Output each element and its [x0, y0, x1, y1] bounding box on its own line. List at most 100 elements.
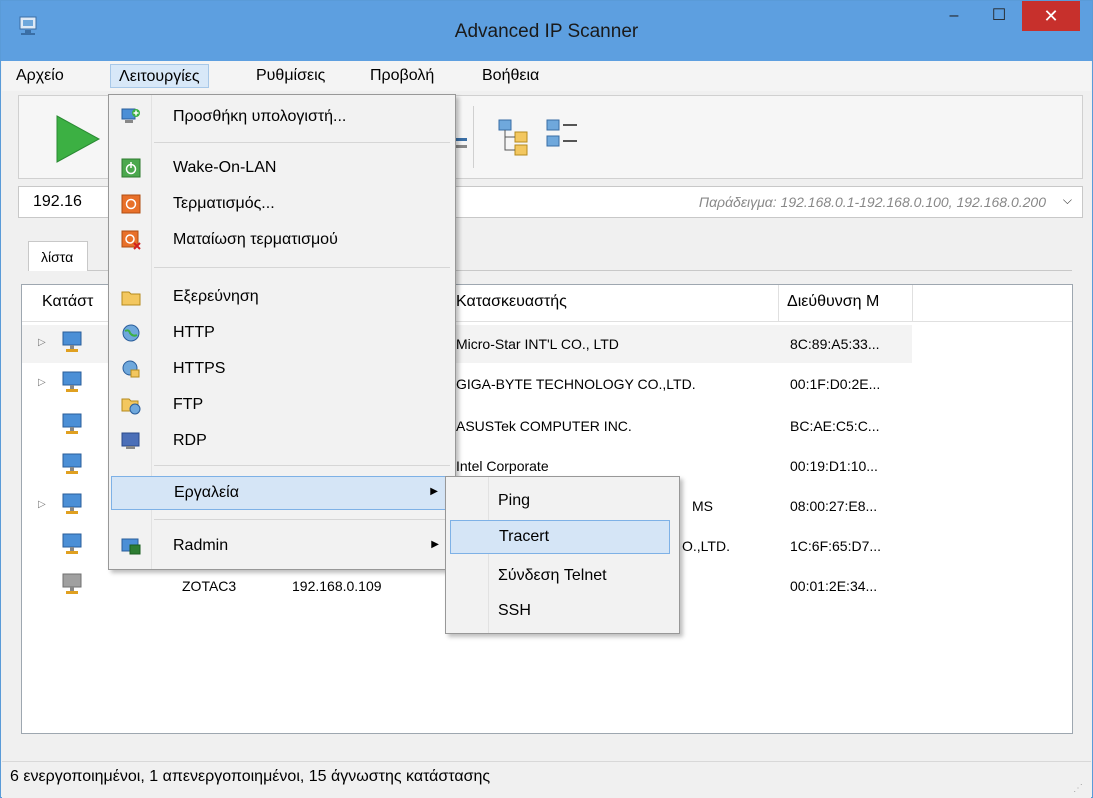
manufacturer-cell: Micro-Star INT'L CO., LTD [456, 336, 619, 352]
menu-separator [154, 465, 450, 466]
resize-grip-icon[interactable]: ⋰ [1073, 783, 1083, 794]
manufacturer-cell: MS [692, 498, 713, 514]
mac-cell: 08:00:27:E8... [790, 498, 878, 514]
toolbar-separator [473, 106, 475, 168]
minimize-button[interactable]: – [931, 1, 977, 31]
submenu-item-telnet[interactable]: Σύνδεση Telnet [450, 560, 670, 594]
menu-item-wake-on-lan[interactable]: Wake-On-LAN [111, 152, 453, 186]
submenu-item-label: Ping [498, 492, 531, 509]
abort-shutdown-icon [121, 230, 141, 250]
computer-icon [62, 533, 82, 557]
computer-icon [62, 453, 82, 477]
menu-item-explore[interactable]: Εξερεύνηση [111, 281, 453, 315]
radmin-icon [121, 538, 141, 555]
submenu-arrow-icon: ▶ [430, 486, 438, 497]
column-separator[interactable] [912, 285, 913, 321]
mac-cell: 00:01:2E:34... [790, 578, 878, 594]
status-bar: 6 ενεργοποιημένοι, 1 απενεργοποιημένοι, … [2, 761, 1091, 798]
manufacturer-cell: GIGA-BYTE TECHNOLOGY CO.,LTD. [456, 376, 696, 392]
shutdown-icon [121, 194, 141, 214]
menu-item-label: Radmin [173, 537, 229, 554]
menu-actions[interactable]: Λειτουργίες [110, 64, 209, 88]
menu-item-shutdown[interactable]: Τερματισμός... [111, 188, 453, 222]
expand-arrow-icon[interactable]: ▷ [38, 337, 46, 348]
add-computer-icon [121, 108, 140, 123]
mac-cell: 00:1F:D0:2E... [790, 376, 881, 392]
ip-range-value: 192.16 [33, 193, 82, 210]
mac-cell: BC:AE:C5:C... [790, 418, 880, 434]
submenu-arrow-icon: ▶ [431, 539, 439, 550]
name-cell: ZOTAC3 [182, 578, 237, 594]
menu-bar: Αρχείο Λειτουργίες Ρυθμίσεις Προβολή Βοή… [2, 61, 1091, 91]
menu-item-rdp[interactable]: RDP [111, 425, 453, 459]
mac-cell: 1C:6F:65:D7... [790, 538, 882, 554]
maximize-button[interactable]: ☐ [976, 1, 1022, 31]
secure-globe-icon [122, 360, 140, 378]
menu-item-tools[interactable]: Εργαλεία ▶ [111, 476, 453, 510]
collapse-tree-icon[interactable] [545, 118, 581, 158]
computer-icon [62, 371, 82, 395]
chevron-down-icon[interactable]: ⌵ [1063, 193, 1072, 208]
menu-item-abort-shutdown[interactable]: Ματαίωση τερματισμού [111, 224, 453, 258]
globe-icon [122, 324, 140, 342]
menu-separator [154, 142, 450, 143]
toolbar-partial-icon [455, 136, 467, 152]
submenu-item-tracert[interactable]: Tracert [450, 520, 670, 554]
menu-file[interactable]: Αρχείο [8, 64, 72, 88]
ip-cell: 192.168.0.109 [292, 578, 382, 594]
menu-item-label: Προσθήκη υπολογιστή... [173, 108, 347, 125]
menu-item-label: Εργαλεία [174, 484, 239, 501]
folder-icon [121, 291, 141, 306]
computer-icon [62, 493, 82, 517]
play-scan-icon[interactable] [53, 114, 101, 164]
menu-item-label: Ματαίωση τερματισμού [173, 231, 338, 248]
menu-item-label: Εξερεύνηση [173, 288, 259, 305]
mac-cell: 00:19:D1:10... [790, 458, 878, 474]
column-mac[interactable]: Διεύθυνση Μ [787, 293, 879, 311]
menu-view[interactable]: Προβολή [362, 64, 442, 88]
app-window: Advanced IP Scanner – ☐ ✕ Αρχείο Λειτουρ… [0, 0, 1093, 798]
menu-settings[interactable]: Ρυθμίσεις [248, 64, 333, 88]
tools-submenu: Ping Tracert Σύνδεση Telnet SSH [445, 476, 680, 634]
rdp-icon [121, 432, 140, 449]
menu-item-http[interactable]: HTTP [111, 317, 453, 351]
window-title: Advanced IP Scanner [454, 21, 639, 42]
status-text: 6 ενεργοποιημένοι, 1 απενεργοποιημένοι, … [10, 768, 491, 785]
expand-tree-icon[interactable] [497, 118, 533, 158]
menu-item-label: Wake-On-LAN [173, 159, 277, 176]
column-manufacturer[interactable]: Κατασκευαστής [456, 293, 567, 311]
manufacturer-cell: O.,LTD. [682, 538, 730, 554]
manufacturer-cell: ASUSTek COMPUTER INC. [456, 418, 632, 434]
submenu-item-label: SSH [498, 602, 531, 619]
power-on-icon [121, 158, 141, 178]
submenu-item-label: Tracert [499, 528, 550, 545]
menu-item-label: HTTP [173, 324, 215, 341]
title-bar[interactable]: Advanced IP Scanner – ☐ ✕ [1, 1, 1092, 61]
computer-icon [62, 331, 82, 355]
manufacturer-cell: Intel Corporate [456, 458, 549, 474]
close-button[interactable]: ✕ [1022, 1, 1080, 31]
submenu-item-ping[interactable]: Ping [450, 485, 670, 519]
expand-arrow-icon[interactable]: ▷ [38, 499, 46, 510]
column-separator[interactable] [778, 285, 779, 321]
mac-cell: 8C:89:A5:33... [790, 336, 880, 352]
tab-results-list[interactable]: λίστα απ [28, 241, 88, 295]
menu-separator [154, 267, 450, 268]
menu-item-add-computer[interactable]: Προσθήκη υπολογιστή... [111, 101, 453, 135]
menu-separator [154, 519, 450, 520]
computer-icon [62, 413, 82, 437]
column-status[interactable]: Κατάστ [42, 293, 93, 311]
menu-item-label: FTP [173, 396, 204, 413]
expand-arrow-icon[interactable]: ▷ [38, 377, 46, 388]
menu-item-radmin[interactable]: Radmin ▶ [111, 530, 453, 564]
ip-range-hint: Παράδειγμα: 192.168.0.1-192.168.0.100, 1… [698, 194, 1046, 210]
menu-item-ftp[interactable]: FTP [111, 389, 453, 423]
actions-dropdown-menu: Προσθήκη υπολογιστή... Wake-On-LAN Τερμα… [108, 94, 456, 570]
menu-item-https[interactable]: HTTPS [111, 353, 453, 387]
submenu-item-label: Σύνδεση Telnet [498, 567, 607, 584]
computer-offline-icon [62, 573, 82, 597]
menu-help[interactable]: Βοήθεια [474, 64, 547, 88]
submenu-item-ssh[interactable]: SSH [450, 595, 670, 629]
ftp-folder-icon [121, 398, 141, 415]
menu-item-label: Τερματισμός... [173, 195, 275, 212]
